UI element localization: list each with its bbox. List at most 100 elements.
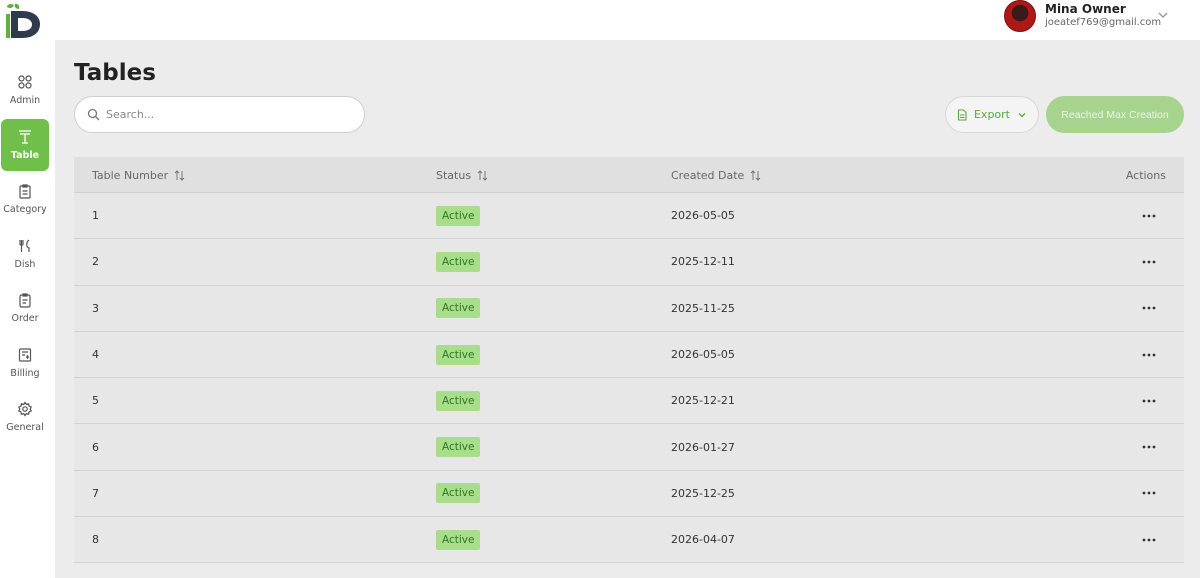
table-number-cell: 6: [92, 440, 99, 454]
row-actions-button[interactable]: [1142, 424, 1156, 469]
sidebar-item-label: General: [6, 422, 44, 433]
row-actions-button[interactable]: [1142, 332, 1156, 377]
row-actions-button[interactable]: [1142, 517, 1156, 562]
column-header-created-date[interactable]: Created Date: [671, 157, 761, 193]
search-input[interactable]: [106, 108, 346, 121]
created-date-cell: 2026-05-05: [671, 348, 735, 362]
table-body: 1 Active 2026-05-05 2 Active 2025-12-11 …: [74, 193, 1184, 564]
sort-icon[interactable]: [477, 169, 488, 181]
created-date-cell: 2025-12-21: [671, 394, 735, 408]
sidebar-item-table[interactable]: Table: [1, 119, 49, 171]
status-cell: Active: [436, 378, 481, 423]
column-header-label: Created Date: [671, 168, 745, 182]
status-cell: Active: [436, 286, 481, 331]
sidebar-item-dish[interactable]: Dish: [1, 228, 49, 280]
table-number-cell: 2: [92, 255, 99, 269]
export-button[interactable]: Export: [945, 96, 1039, 133]
gear-icon: [17, 401, 33, 417]
more-horizontal-icon: [1142, 538, 1156, 542]
category-icon: [19, 184, 31, 199]
created-date-cell: 2025-12-25: [671, 486, 735, 500]
search-box[interactable]: [74, 96, 365, 133]
table-row[interactable]: 2 Active 2025-12-11: [74, 239, 1184, 286]
top-header: Mina Owner joeatef769@gmail.com: [0, 0, 1200, 40]
more-horizontal-icon: [1142, 214, 1156, 218]
table-number-cell: 7: [92, 486, 99, 500]
status-badge: Active: [436, 251, 481, 272]
order-icon: [19, 293, 31, 308]
user-menu[interactable]: Mina Owner joeatef769@gmail.com: [1004, 0, 1161, 32]
sidebar: Admin Table Category Dish Order Billing: [0, 40, 55, 578]
created-date-cell: 2026-05-05: [671, 209, 735, 223]
more-horizontal-icon: [1142, 445, 1156, 449]
sidebar-item-label: Order: [11, 313, 39, 324]
status-cell: Active: [436, 332, 481, 377]
table-row[interactable]: 6 Active 2026-01-27: [74, 424, 1184, 471]
table-row[interactable]: 7 Active 2025-12-25: [74, 470, 1184, 518]
table-number-cell: 4: [92, 348, 99, 362]
avatar[interactable]: [1004, 0, 1036, 32]
status-badge: Active: [436, 390, 481, 411]
tables-table: Table Number Status Created Date Actions…: [74, 157, 1184, 564]
logo[interactable]: [5, 3, 45, 39]
row-actions-button[interactable]: [1142, 378, 1156, 423]
status-cell: Active: [436, 517, 481, 562]
table-number-cell: 5: [92, 394, 99, 408]
table-row[interactable]: 1 Active 2026-05-05: [74, 193, 1184, 240]
page-title: Tables: [74, 60, 156, 86]
sidebar-item-category[interactable]: Category: [1, 173, 49, 225]
column-header-status[interactable]: Status: [436, 157, 488, 193]
table-row[interactable]: 3 Active 2025-11-25: [74, 285, 1184, 332]
table-number-cell: 3: [92, 301, 99, 315]
column-header-table-number[interactable]: Table Number: [92, 157, 185, 193]
file-icon: [957, 108, 967, 121]
sidebar-item-label: Dish: [14, 259, 36, 270]
table-number-cell: 8: [92, 533, 99, 547]
user-name: Mina Owner: [1045, 2, 1126, 17]
chevron-down-icon: [1018, 112, 1026, 117]
user-email: joeatef769@gmail.com: [1045, 17, 1162, 29]
status-cell: Active: [436, 424, 481, 469]
sort-icon[interactable]: [174, 169, 185, 181]
status-badge: Active: [436, 529, 481, 550]
table-header: Table Number Status Created Date Actions: [74, 157, 1184, 193]
row-actions-button[interactable]: [1142, 239, 1156, 284]
sidebar-item-general[interactable]: General: [1, 391, 49, 443]
table-number-cell: 1: [92, 209, 99, 223]
sidebar-item-label: Table: [10, 150, 40, 161]
row-actions-button[interactable]: [1142, 286, 1156, 331]
created-date-cell: 2026-01-27: [671, 440, 735, 454]
dish-icon: [19, 239, 30, 252]
status-cell: Active: [436, 193, 481, 238]
row-actions-button[interactable]: [1142, 193, 1156, 238]
reached-max-creation-button[interactable]: Reached Max Creation: [1046, 96, 1184, 133]
admin-icon: [18, 75, 32, 89]
chevron-down-icon[interactable]: [1156, 8, 1170, 22]
created-date-cell: 2025-11-25: [671, 301, 735, 315]
sidebar-item-label: Admin: [9, 95, 41, 106]
column-header-actions: Actions: [1125, 168, 1166, 182]
sidebar-item-billing[interactable]: Billing: [1, 337, 49, 389]
created-date-cell: 2026-04-07: [671, 533, 735, 547]
table-row[interactable]: 8 Active 2026-04-07: [74, 517, 1184, 564]
row-actions-button[interactable]: [1142, 471, 1156, 516]
status-cell: Active: [436, 239, 481, 284]
sidebar-item-admin[interactable]: Admin: [1, 64, 49, 116]
created-date-cell: 2025-12-11: [671, 255, 735, 269]
status-badge: Active: [436, 344, 481, 365]
status-badge: Active: [436, 298, 481, 319]
more-horizontal-icon: [1142, 260, 1156, 264]
status-badge: Active: [436, 483, 481, 504]
sort-icon[interactable]: [750, 169, 761, 181]
sidebar-item-label: Category: [3, 204, 47, 215]
sidebar-item-label: Billing: [10, 368, 40, 379]
sidebar-item-order[interactable]: Order: [1, 282, 49, 334]
export-label: Export: [973, 108, 1010, 121]
billing-icon: [18, 348, 32, 362]
table-row[interactable]: 5 Active 2025-12-21: [74, 378, 1184, 425]
table-row[interactable]: 4 Active 2026-05-05: [74, 331, 1184, 379]
status-badge: Active: [436, 205, 481, 226]
more-horizontal-icon: [1142, 399, 1156, 403]
more-horizontal-icon: [1142, 353, 1156, 356]
column-header-label: Status: [436, 168, 472, 182]
